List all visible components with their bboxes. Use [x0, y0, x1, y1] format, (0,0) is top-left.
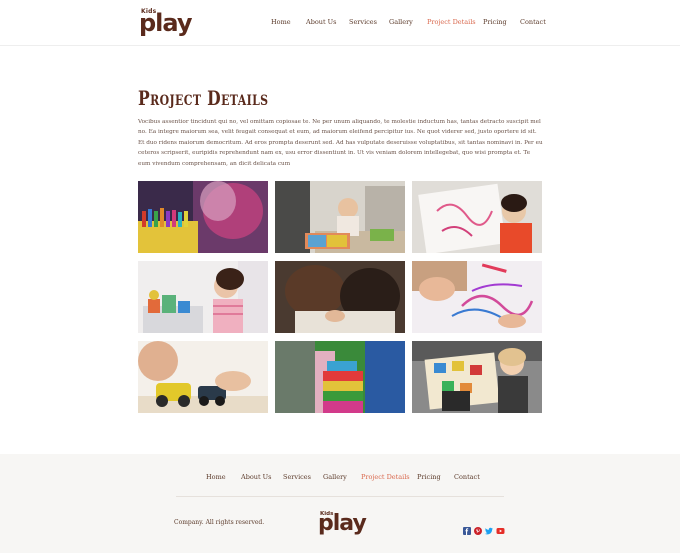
- child-reading-image: [275, 181, 405, 253]
- building-blocks-image: [275, 341, 405, 413]
- kids-drawing-image: [275, 261, 405, 333]
- footer-divider: [176, 496, 504, 497]
- nav-project-details[interactable]: Project Details: [427, 18, 476, 26]
- footer-logo[interactable]: Kids play: [318, 511, 367, 539]
- nav-services[interactable]: Services: [349, 18, 377, 26]
- nav-home[interactable]: Home: [271, 18, 291, 26]
- footer-nav-project-details[interactable]: Project Details: [361, 473, 410, 481]
- girl-tablet-image: [412, 341, 542, 413]
- child-drawing-image: [412, 181, 542, 253]
- logo[interactable]: Kids play: [139, 8, 193, 38]
- pinterest-icon[interactable]: [474, 520, 482, 535]
- twitter-icon[interactable]: [485, 520, 493, 535]
- facebook-icon[interactable]: [463, 520, 471, 535]
- crayon-scribbles-image: [412, 261, 542, 333]
- gallery-image-child-reading[interactable]: [275, 181, 405, 253]
- gallery-image-kids-drawing[interactable]: [275, 261, 405, 333]
- footer-nav-services[interactable]: Services: [283, 473, 311, 481]
- nav-about-us[interactable]: About Us: [306, 18, 336, 26]
- gallery-image-crayon-scribbles[interactable]: [412, 261, 542, 333]
- footer-nav-home[interactable]: Home: [206, 473, 226, 481]
- gallery-image-crayons[interactable]: [138, 181, 268, 253]
- footer-logo-play-text: play: [318, 511, 367, 536]
- footer-nav-gallery[interactable]: Gallery: [323, 473, 347, 481]
- gallery-image-building-blocks[interactable]: [275, 341, 405, 413]
- site-header: Kids play Home About Us Services Gallery…: [0, 0, 680, 46]
- gallery-image-girl-toys[interactable]: [138, 261, 268, 333]
- toy-car-image: [138, 341, 268, 413]
- copyright-text: Company. All rights reserved.: [174, 519, 265, 526]
- nav-gallery[interactable]: Gallery: [389, 18, 413, 26]
- footer-nav-contact[interactable]: Contact: [454, 473, 480, 481]
- gallery-image-child-drawing[interactable]: [412, 181, 542, 253]
- gallery-image-toy-car[interactable]: [138, 341, 268, 413]
- gallery-grid: [138, 181, 542, 414]
- logo-play-text: play: [139, 9, 193, 37]
- youtube-icon[interactable]: [496, 520, 505, 534]
- nav-pricing[interactable]: Pricing: [483, 18, 507, 26]
- page-description: Vocibus assentior tincidunt qui no, vel …: [138, 119, 543, 167]
- page-title: Project Details: [138, 86, 269, 110]
- footer-nav-about-us[interactable]: About Us: [241, 473, 271, 481]
- girl-toys-image: [138, 261, 268, 333]
- gallery-image-girl-tablet[interactable]: [412, 341, 542, 413]
- footer-nav-pricing[interactable]: Pricing: [417, 473, 441, 481]
- crayons-image: [138, 181, 268, 253]
- site-footer: Home About Us Services Gallery Project D…: [0, 454, 680, 553]
- nav-contact[interactable]: Contact: [520, 18, 546, 26]
